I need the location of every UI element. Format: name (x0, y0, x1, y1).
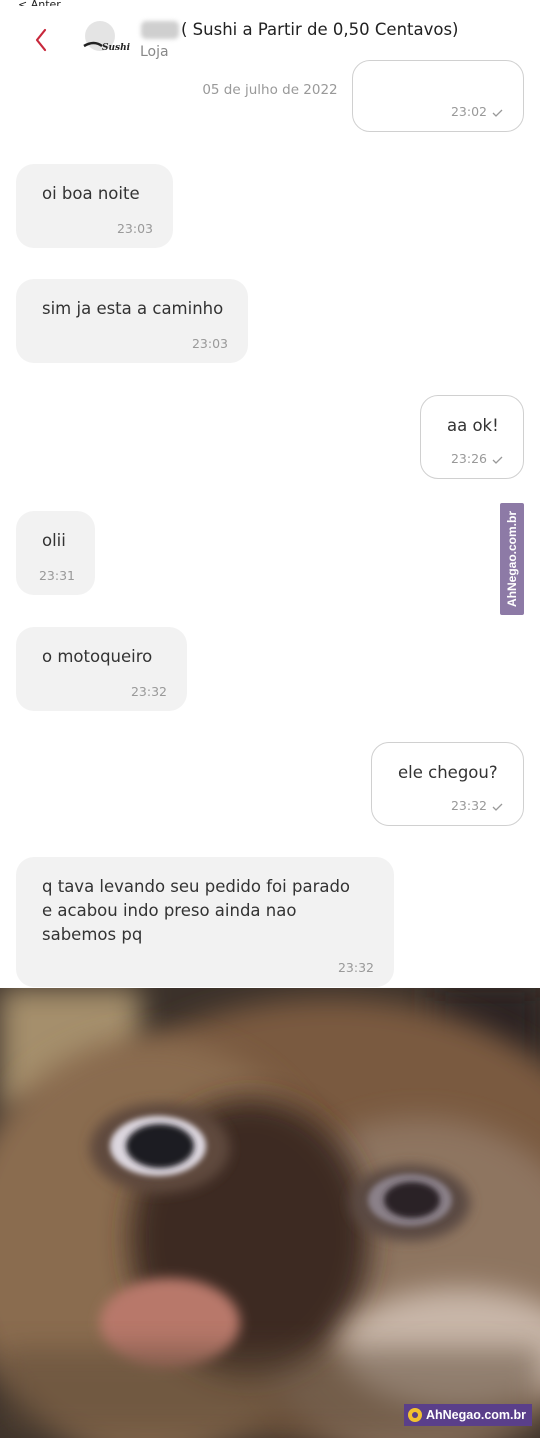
check-icon (492, 803, 503, 811)
message-time: 23:02 (450, 104, 487, 119)
chat-subtitle: Loja (140, 44, 169, 60)
ahnegao-logo-icon (407, 1408, 422, 1422)
chat-title: ( Sushi a Partir de 0,50 Centavos) (181, 20, 459, 39)
chevron-left-icon (35, 28, 47, 52)
message-text: q tava levando seu pedido foi parado e a… (42, 877, 351, 944)
message-time: 23:31 (38, 568, 75, 583)
message-text: ele chegou? (398, 763, 498, 782)
message-time: 23:32 (337, 960, 374, 975)
bottom-watermark-text: AhNegao.com.br (425, 1408, 526, 1422)
message-text: o motoqueiro (42, 647, 153, 666)
message-time: 23:03 (116, 221, 153, 236)
message-text: aa ok! (447, 416, 499, 435)
status-fragment: < Anter (18, 0, 61, 6)
side-watermark: AhNegao.com.br (500, 503, 524, 615)
message-bubble-incoming[interactable]: olii 23:31 (16, 511, 95, 595)
side-watermark-text: AhNegao.com.br (505, 510, 519, 608)
message-bubble-incoming[interactable]: q tava levando seu pedido foi parado e a… (16, 857, 394, 987)
blurry-cat-picture (0, 988, 540, 1438)
reaction-image: AhNegao.com.br (0, 988, 540, 1438)
message-bubble-outgoing[interactable]: ele chegou? 23:32 (371, 742, 524, 826)
message-text: sim ja esta a caminho (42, 299, 224, 318)
message-bubble-outgoing[interactable]: aa ok! 23:26 (420, 395, 524, 479)
message-time: 23:32 (450, 798, 487, 813)
store-avatar[interactable]: Sushi (80, 16, 132, 60)
message-bubble-incoming[interactable]: o motoqueiro 23:32 (16, 627, 187, 711)
message-text: oi boa noite (42, 184, 140, 203)
message-bubble-incoming[interactable]: oi boa noite 23:03 (16, 164, 173, 248)
message-text: olii (42, 531, 66, 550)
message-time: 23:26 (450, 451, 487, 466)
check-icon (492, 456, 503, 464)
message-bubble-outgoing[interactable]: 23:02 (352, 60, 524, 132)
check-icon (492, 109, 503, 117)
bottom-watermark: AhNegao.com.br (403, 1404, 532, 1426)
blurred-store-name (141, 21, 179, 39)
message-time: 23:03 (191, 336, 228, 351)
message-time: 23:32 (130, 684, 167, 699)
back-button[interactable] (28, 26, 58, 56)
chat-screen: < Anter Sushi ( Sushi a Partir de 0,50 C… (0, 0, 540, 988)
message-bubble-incoming[interactable]: sim ja esta a caminho 23:03 (16, 279, 248, 363)
avatar-logo-text: Sushi (102, 43, 131, 53)
